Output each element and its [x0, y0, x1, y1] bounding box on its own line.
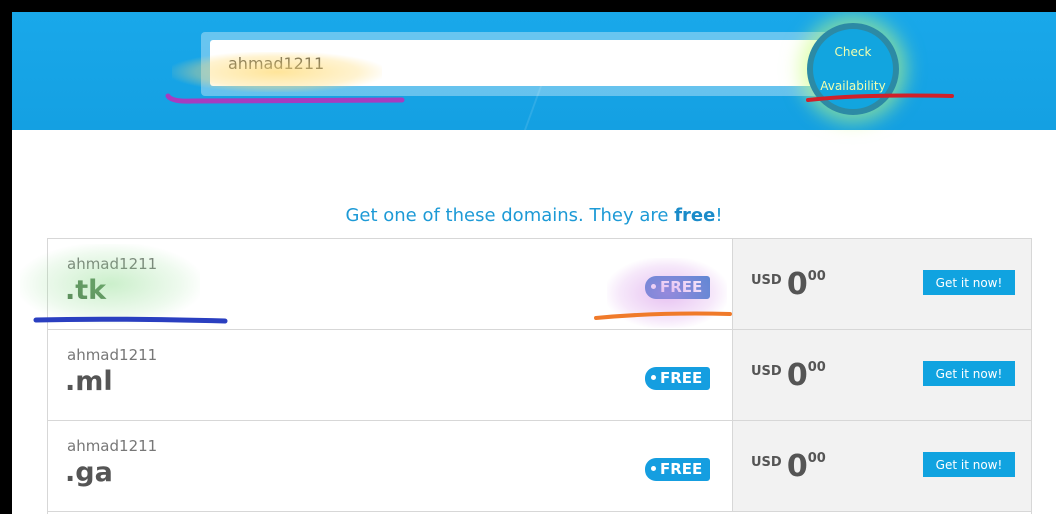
free-badge: FREE [645, 458, 711, 481]
domain-price: USD 000 [751, 267, 826, 302]
domain-row: ahmad1211 .tk FREE USD 000 Get it now! [48, 239, 1031, 330]
get-it-now-button[interactable]: Get it now! [923, 270, 1015, 295]
domain-name: ahmad1211 [67, 437, 158, 455]
free-badge: FREE [645, 367, 711, 390]
domain-name: ahmad1211 [67, 255, 158, 273]
domain-tld: .ml [65, 366, 113, 397]
domain-row: ahmad1211 .ml FREE USD 000 Get it now! [48, 330, 1031, 421]
domain-name: ahmad1211 [67, 346, 158, 364]
domain-search-input[interactable] [210, 40, 824, 86]
domain-row: ahmad1211 .ga FREE USD 000 Get it now! [48, 421, 1031, 512]
get-it-now-button[interactable]: Get it now! [923, 361, 1015, 386]
domain-tld: .ga [65, 457, 113, 488]
domain-price: USD 000 [751, 358, 826, 393]
check-label-line1: Check [834, 44, 872, 59]
badge-dot-icon [651, 465, 656, 471]
domain-tld: .tk [65, 275, 107, 306]
domain-info: ahmad1211 .tk FREE [48, 239, 732, 329]
price-cell: USD 000 Get it now! [732, 421, 1031, 511]
domain-info: ahmad1211 .ga FREE [48, 421, 732, 511]
domain-info: ahmad1211 .ml FREE [48, 330, 732, 420]
page-frame: Check Availability Get one of these domai… [12, 12, 1056, 514]
check-label-line2: Availability [820, 78, 886, 93]
domain-price: USD 000 [751, 449, 826, 484]
badge-dot-icon [651, 283, 656, 289]
free-domains-heading: Get one of these domains. They are free! [345, 205, 723, 226]
free-badge: FREE [645, 276, 711, 299]
get-it-now-button[interactable]: Get it now! [923, 452, 1015, 477]
badge-dot-icon [651, 374, 656, 380]
price-cell: USD 000 Get it now! [732, 239, 1031, 329]
domain-list: ahmad1211 .tk FREE USD 000 Get it now! a… [47, 238, 1032, 514]
price-cell: USD 000 Get it now! [732, 330, 1031, 420]
check-availability-button[interactable]: Check Availability [807, 23, 899, 115]
